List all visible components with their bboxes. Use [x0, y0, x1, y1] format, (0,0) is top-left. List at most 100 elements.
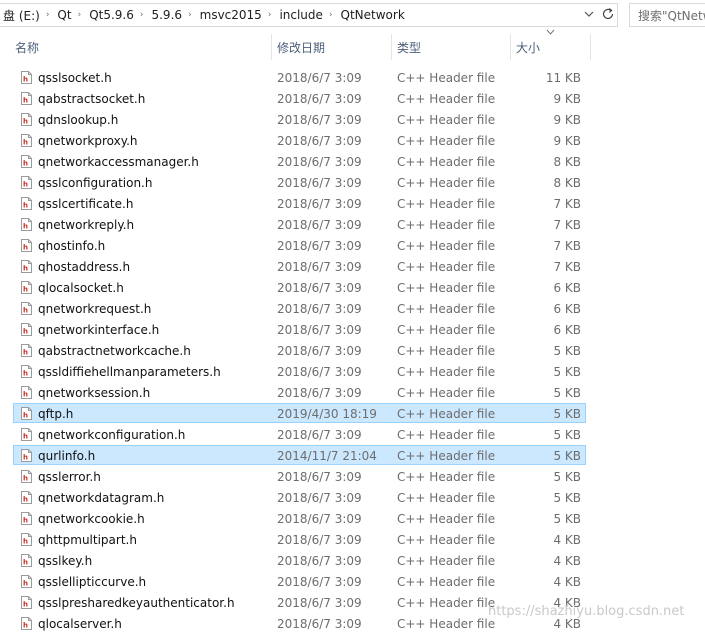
breadcrumb-item[interactable]: Qt5.9.6: [85, 8, 138, 22]
file-size: 7 KB: [553, 239, 581, 253]
file-name: qsslkey.h: [38, 554, 93, 568]
file-name: qlocalsocket.h: [38, 281, 124, 295]
chevron-down-icon[interactable]: [580, 3, 598, 25]
file-size: 6 KB: [553, 281, 581, 295]
file-date: 2018/6/7 3:09: [277, 470, 362, 484]
file-date: 2018/6/7 3:09: [277, 176, 362, 190]
breadcrumb-separator-icon[interactable]: ›: [327, 10, 337, 20]
file-row[interactable]: h qnetworkproxy.h 2018/6/7 3:09 C++ Header …: [13, 130, 586, 150]
file-row[interactable]: h qsslkey.h 2018/6/7 3:09 C++ Header file 4 …: [13, 550, 586, 570]
file-row[interactable]: h qsslsocket.h 2018/6/7 3:09 C++ Header fil…: [13, 67, 586, 87]
breadcrumb-item[interactable]: include: [275, 8, 326, 22]
file-size: 4 KB: [553, 533, 581, 547]
file-type: C++ Header file: [397, 533, 496, 547]
file-size: 5 KB: [553, 512, 581, 526]
file-row[interactable]: h qhostaddress.h 2018/6/7 3:09 C++ Header f…: [13, 256, 586, 276]
file-row[interactable]: h qftp.h 2019/4/30 18:19 C++ Header file 5 K…: [13, 403, 586, 423]
cpp-header-file-icon: h: [21, 281, 32, 294]
file-row[interactable]: h qhostinfo.h 2018/6/7 3:09 C++ Header file…: [13, 235, 586, 255]
file-row[interactable]: h qnetworkconfiguration.h 2018/6/7 3:09 C++…: [13, 424, 586, 444]
column-header-name[interactable]: 名称: [9, 32, 271, 62]
file-size: 6 KB: [553, 302, 581, 316]
file-type: C++ Header file: [397, 617, 496, 631]
file-row[interactable]: h qurlinfo.h 2014/11/7 21:04 C++ Header fil…: [13, 445, 586, 465]
file-type: C++ Header file: [397, 512, 496, 526]
file-date: 2018/6/7 3:09: [277, 113, 362, 127]
file-name: qabstractsocket.h: [38, 92, 146, 106]
file-name: qnetworkinterface.h: [38, 323, 160, 337]
cpp-header-file-icon: h: [21, 323, 32, 336]
file-row[interactable]: h qabstractnetworkcache.h 2018/6/7 3:09 C++…: [13, 340, 586, 360]
svg-text:h: h: [23, 139, 28, 147]
breadcrumb[interactable]: 盘 (E:) › Qt › Qt5.9.6 › 5.9.6 › msvc2015 › include…: [0, 3, 618, 27]
file-row[interactable]: h qsslcertificate.h 2018/6/7 3:09 C++ Heade…: [13, 193, 586, 213]
file-size: 5 KB: [553, 365, 581, 379]
file-row[interactable]: h qsslconfiguration.h 2018/6/7 3:09 C++ Hea…: [13, 172, 586, 192]
svg-text:h: h: [23, 559, 28, 567]
file-row[interactable]: h qnetworkrequest.h 2018/6/7 3:09 C++ Heade…: [13, 298, 586, 318]
breadcrumb-item[interactable]: 盘 (E:): [0, 7, 44, 24]
column-header-date[interactable]: 修改日期: [271, 32, 391, 62]
file-type: C++ Header file: [397, 323, 496, 337]
file-row[interactable]: h qnetworkinterface.h 2018/6/7 3:09 C++ Hea…: [13, 319, 586, 339]
file-row[interactable]: h qnetworkreply.h 2018/6/7 3:09 C++ Header …: [13, 214, 586, 234]
svg-text:h: h: [23, 181, 28, 189]
breadcrumb-item[interactable]: Qt: [53, 8, 75, 22]
file-type: C++ Header file: [397, 407, 496, 421]
file-size: 5 KB: [553, 449, 581, 463]
file-type: C++ Header file: [397, 218, 496, 232]
file-row[interactable]: h qssldiffiehellmanparameters.h 2018/6/7 3…: [13, 361, 586, 381]
svg-text:h: h: [23, 76, 28, 84]
file-row[interactable]: h qnetworksession.h 2018/6/7 3:09 C++ Heade…: [13, 382, 586, 402]
cpp-header-file-icon: h: [21, 617, 32, 630]
search-input[interactable]: 搜索"QtNetw: [629, 3, 705, 27]
file-row[interactable]: h qabstractsocket.h 2018/6/7 3:09 C++ Heade…: [13, 88, 586, 108]
file-date: 2018/6/7 3:09: [277, 386, 362, 400]
cpp-header-file-icon: h: [21, 596, 32, 609]
column-header-type[interactable]: 类型: [391, 32, 510, 62]
file-date: 2018/6/7 3:09: [277, 155, 362, 169]
refresh-icon[interactable]: [599, 3, 617, 25]
file-row[interactable]: h qsslerror.h 2018/6/7 3:09 C++ Header file…: [13, 466, 586, 486]
breadcrumb-separator-icon[interactable]: ›: [138, 10, 148, 20]
breadcrumb-item[interactable]: QtNetwork: [337, 8, 409, 22]
file-row[interactable]: h qhttpmultipart.h 2018/6/7 3:09 C++ Header…: [13, 529, 586, 549]
breadcrumb-separator-icon[interactable]: ›: [266, 10, 276, 20]
cpp-header-file-icon: h: [21, 533, 32, 546]
file-row[interactable]: h qnetworkcookie.h 2018/6/7 3:09 C++ Header…: [13, 508, 586, 528]
file-name: qnetworkconfiguration.h: [38, 428, 186, 442]
file-name: qdnslookup.h: [38, 113, 119, 127]
file-row[interactable]: h qnetworkaccessmanager.h 2018/6/7 3:09 C++…: [13, 151, 586, 171]
breadcrumb-separator-icon[interactable]: ›: [186, 10, 196, 20]
breadcrumb-item[interactable]: msvc2015: [196, 8, 266, 22]
file-type: C++ Header file: [397, 71, 496, 85]
file-name: qnetworkrequest.h: [38, 302, 152, 316]
cpp-header-file-icon: h: [21, 113, 32, 126]
file-size: 9 KB: [553, 134, 581, 148]
address-row: 盘 (E:) › Qt › Qt5.9.6 › 5.9.6 › msvc2015 › include…: [0, 0, 705, 30]
column-divider[interactable]: [590, 34, 591, 60]
cpp-header-file-icon: h: [21, 512, 32, 525]
file-size: 8 KB: [553, 155, 581, 169]
file-size: 7 KB: [553, 218, 581, 232]
file-date: 2019/4/30 18:19: [277, 407, 377, 421]
cpp-header-file-icon: h: [21, 491, 32, 504]
cpp-header-file-icon: h: [21, 176, 32, 189]
file-size: 5 KB: [553, 344, 581, 358]
cpp-header-file-icon: h: [21, 239, 32, 252]
file-row[interactable]: h qdnslookup.h 2018/6/7 3:09 C++ Header fil…: [13, 109, 586, 129]
file-name: qhttpmultipart.h: [38, 533, 137, 547]
cpp-header-file-icon: h: [21, 134, 32, 147]
cpp-header-file-icon: h: [21, 260, 32, 273]
cpp-header-file-icon: h: [21, 575, 32, 588]
file-row[interactable]: h qsslellipticcurve.h 2018/6/7 3:09 C++ Hea…: [13, 571, 586, 591]
file-row[interactable]: h qlocalsocket.h 2018/6/7 3:09 C++ Header f…: [13, 277, 586, 297]
file-row[interactable]: h qnetworkdatagram.h 2018/6/7 3:09 C++ Head…: [13, 487, 586, 507]
breadcrumb-separator-icon[interactable]: ›: [44, 10, 54, 20]
breadcrumb-separator-icon[interactable]: ›: [76, 10, 86, 20]
file-name: qabstractnetworkcache.h: [38, 344, 191, 358]
file-type: C++ Header file: [397, 302, 496, 316]
file-size: 4 KB: [553, 575, 581, 589]
file-type: C++ Header file: [397, 365, 496, 379]
breadcrumb-item[interactable]: 5.9.6: [147, 8, 186, 22]
